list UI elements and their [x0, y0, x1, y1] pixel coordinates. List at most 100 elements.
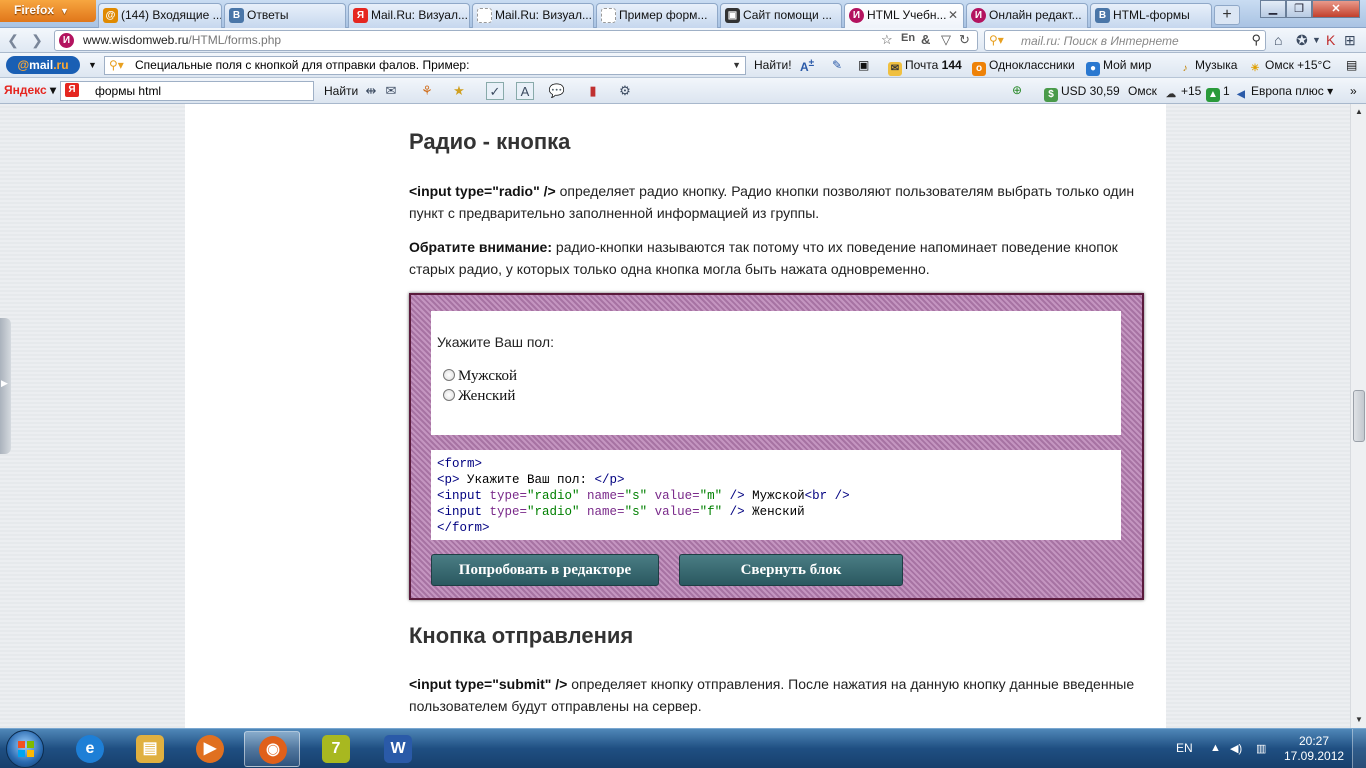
taskbar-explorer[interactable]: ▤: [122, 731, 178, 767]
page-menu-icon[interactable]: ⊞: [1344, 32, 1356, 49]
radio-option-female[interactable]: Женский: [443, 388, 515, 405]
search-bar[interactable]: ⚲▾ mail.ru: Поиск в Интернете ⚲: [984, 30, 1266, 51]
firefox-icon: ◉: [259, 736, 287, 764]
music-link[interactable]: ♪ Музыка: [1178, 58, 1238, 76]
chevron-down-icon[interactable]: ▼: [732, 57, 741, 74]
yandex-favorites-icon[interactable]: ★: [450, 82, 468, 100]
city-weather-label[interactable]: Омск: [1128, 84, 1157, 98]
tab-online-editor[interactable]: И Онлайн редакт...: [966, 3, 1088, 28]
chevron-right-icon: ▶: [1, 378, 8, 388]
try-in-editor-button[interactable]: Попробовать в редакторе: [431, 554, 659, 586]
speech-bubble-icon[interactable]: 💬: [548, 82, 566, 100]
text-size-icon[interactable]: A±: [800, 58, 814, 74]
yandex-widget-icon[interactable]: ⊕: [1012, 83, 1022, 97]
history-dropdown-icon[interactable]: ▽: [941, 32, 951, 48]
scroll-up-arrow-icon[interactable]: ▲: [1351, 104, 1366, 120]
tab-label: HTML Учебн...: [867, 8, 947, 22]
mailru-logo[interactable]: @mail.ru: [6, 56, 80, 74]
address-bar[interactable]: И www.wisdomweb.ru/HTML/forms.php ☆ En &…: [54, 30, 978, 51]
myworld-link[interactable]: ● Мой мир: [1086, 58, 1151, 76]
search-input[interactable]: mail.ru: Поиск в Интернете: [1021, 34, 1179, 48]
show-hidden-icons-icon[interactable]: ▲: [1210, 742, 1221, 754]
yandex-bookmarks-icon[interactable]: ⚘: [418, 82, 436, 100]
yandex-search-input[interactable]: Я формы html: [60, 81, 314, 101]
firefox-menu-button[interactable]: Firefox ▼: [0, 0, 96, 22]
radio-button[interactable]: [443, 389, 455, 401]
tab-help-site[interactable]: ▣ Сайт помощи ...: [720, 3, 842, 28]
chevron-down-icon[interactable]: ▼: [1312, 35, 1321, 45]
translate-page-icon[interactable]: A: [516, 82, 534, 100]
reload-icon[interactable]: ↻: [959, 32, 970, 48]
search-icon[interactable]: ⚲: [1251, 32, 1261, 48]
notifications-widget[interactable]: ▲ 1: [1206, 84, 1230, 102]
tab-form-example[interactable]: Пример форм...: [596, 3, 718, 28]
code-token: "m": [699, 489, 723, 503]
radio-widget[interactable]: ◀ Европа плюс ▾: [1234, 84, 1333, 102]
home-icon[interactable]: ⌂: [1274, 32, 1282, 48]
radio-option-male[interactable]: Мужской: [443, 368, 517, 385]
currency-label: USD 30,59: [1061, 84, 1120, 98]
spellcheck-icon[interactable]: ✓: [486, 82, 504, 100]
start-button[interactable]: [6, 730, 44, 768]
clock[interactable]: 20:27 17.09.2012: [1284, 734, 1344, 764]
media-player-icon: ▶: [196, 735, 224, 763]
mailru-find-button[interactable]: Найти!: [754, 58, 792, 72]
taskbar-internet-explorer[interactable]: e: [62, 731, 118, 767]
yandex-find-button[interactable]: Найти: [324, 84, 358, 98]
mail-link[interactable]: ✉ Почта 144: [888, 58, 962, 76]
scroll-down-arrow-icon[interactable]: ▼: [1351, 712, 1366, 728]
taskbar-firefox[interactable]: ◉: [244, 731, 300, 767]
odnoklassniki-link[interactable]: о Одноклассники: [972, 58, 1075, 76]
bookmark-star-icon[interactable]: ☆: [881, 32, 893, 48]
addon-icon[interactable]: ✪: [1296, 32, 1308, 49]
tab-answers[interactable]: B Ответы: [224, 3, 346, 28]
yandex-bar-icon[interactable]: ▮: [584, 82, 602, 100]
chevron-right-icon[interactable]: »: [1350, 84, 1357, 98]
scrollbar-thumb[interactable]: [1353, 390, 1365, 442]
tab-inbox[interactable]: @ (144) Входящие ...: [98, 3, 222, 28]
network-icon[interactable]: ▥: [1256, 742, 1266, 755]
maximize-button[interactable]: ❐: [1286, 0, 1312, 18]
collapse-block-button[interactable]: Свернуть блок: [679, 554, 903, 586]
taskbar-media-player[interactable]: ▶: [182, 731, 238, 767]
search-engine-icon[interactable]: ⚲▾: [989, 33, 1004, 47]
yandex-logo[interactable]: Яндекс ▾: [4, 83, 56, 97]
language-indicator[interactable]: EN: [1176, 741, 1193, 755]
chevron-down-icon[interactable]: ▼: [88, 60, 97, 70]
currency-widget[interactable]: $ USD 30,59: [1044, 84, 1120, 102]
addon-red-icon[interactable]: K: [1326, 32, 1335, 48]
mail-label: Почта: [905, 58, 939, 72]
weather-link[interactable]: ☀ Омск +15°C: [1248, 58, 1331, 76]
sidebar-handle[interactable]: ▶: [0, 318, 11, 454]
tab-mailru-visual-2[interactable]: Mail.Ru: Визуал...: [472, 3, 594, 28]
ampersand-icon[interactable]: &: [921, 32, 930, 47]
close-icon[interactable]: ✕: [948, 4, 958, 26]
tab-mailru-visual-1[interactable]: Я Mail.Ru: Визуал...: [348, 3, 470, 28]
tab-html-tutorial[interactable]: И HTML Учебн... ✕: [844, 3, 964, 29]
window-close-button[interactable]: ✕: [1312, 0, 1360, 18]
toolbar-extra-icon[interactable]: ▤: [1346, 58, 1357, 72]
back-arrow-icon[interactable]: ❮: [4, 31, 22, 49]
taskbar-7zip[interactable]: 7: [308, 731, 364, 767]
speaker-icon: ◀: [1237, 89, 1245, 100]
url-text[interactable]: www.wisdomweb.ru/HTML/forms.php: [83, 33, 281, 47]
forward-arrow-icon[interactable]: ❯: [28, 31, 46, 49]
radio-button[interactable]: [443, 369, 455, 381]
taskbar-word[interactable]: W: [370, 731, 426, 767]
settings-gear-icon[interactable]: ⚙: [616, 82, 634, 100]
screenshot-icon[interactable]: ▣: [858, 58, 869, 72]
vertical-scrollbar[interactable]: ▲ ▼: [1350, 104, 1366, 728]
code-token: <p>: [437, 473, 460, 487]
yandex-mail-icon[interactable]: ✉: [382, 82, 400, 100]
volume-icon[interactable]: ◀): [1230, 742, 1242, 755]
temperature-widget[interactable]: ☁ +15: [1164, 84, 1201, 102]
navigation-bar: ❮ ❯ И www.wisdomweb.ru/HTML/forms.php ☆ …: [0, 28, 1366, 53]
show-desktop-button[interactable]: [1352, 729, 1366, 768]
tab-html-forms[interactable]: B HTML-формы: [1090, 3, 1212, 28]
new-tab-button[interactable]: +: [1214, 5, 1240, 25]
code-token: name=: [579, 505, 625, 519]
minimize-button[interactable]: ▁: [1260, 0, 1286, 18]
mailru-search-input[interactable]: ⚲▾ Специальные поля с кнопкой для отправ…: [104, 56, 746, 75]
highlighter-icon[interactable]: ✎: [832, 58, 842, 72]
translate-icon[interactable]: En: [901, 32, 915, 44]
